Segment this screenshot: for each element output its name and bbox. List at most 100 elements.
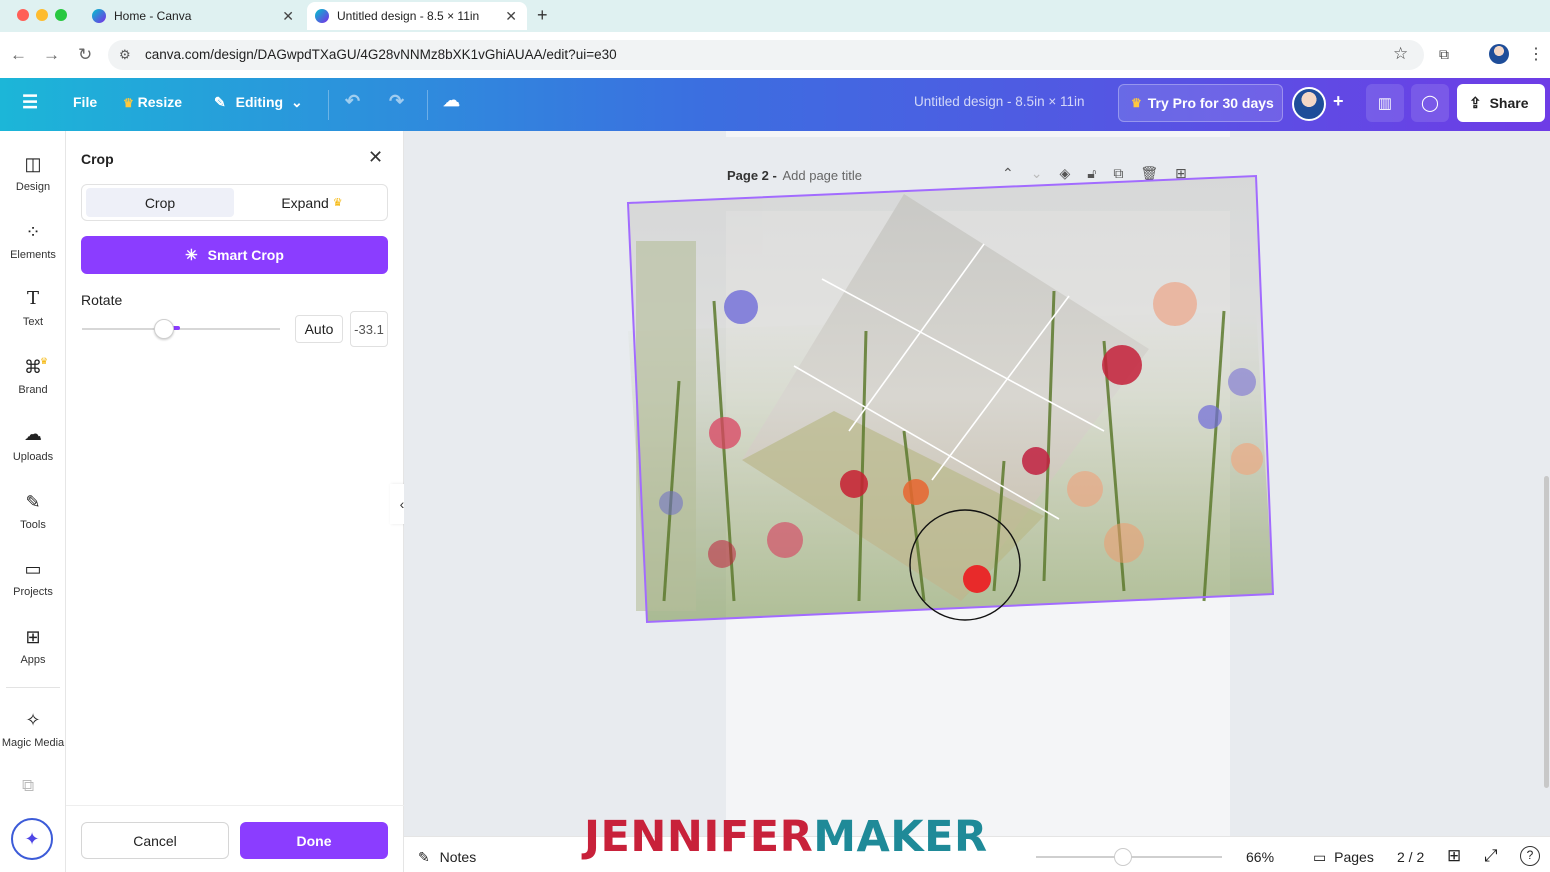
rail-item-projects[interactable]: ▭ Projects: [0, 558, 66, 598]
user-avatar[interactable]: [1292, 87, 1326, 121]
insights-button[interactable]: ▥: [1366, 84, 1404, 122]
profile-avatar[interactable]: [1489, 44, 1509, 64]
chevron-down-icon: ⌄: [290, 94, 303, 110]
expand-label: Expand: [281, 194, 329, 211]
pages-icon: ▭: [1313, 849, 1327, 865]
document-title[interactable]: Untitled design - 8.5in × 11in: [914, 94, 1084, 109]
cancel-button[interactable]: Cancel: [81, 822, 229, 859]
editing-label: Editing: [235, 94, 284, 110]
notes-button[interactable]: ✎ Notes: [418, 849, 476, 866]
search-tabs-icon[interactable]: ⧉: [1439, 46, 1449, 63]
rail-item-text[interactable]: T Text: [0, 288, 66, 328]
rail-item-uploads[interactable]: ☁ Uploads: [0, 423, 66, 463]
comment-icon: ◯: [1421, 95, 1439, 112]
done-button[interactable]: Done: [240, 822, 388, 859]
crown-icon: ♛: [123, 96, 134, 110]
rail-item-label: Magic Media: [1, 737, 65, 749]
tools-icon: ✎: [25, 492, 41, 512]
rail-item-label: Uploads: [12, 451, 54, 463]
magic-media-icon: ✧: [25, 710, 41, 730]
crop-mode-toggle: Crop Expand ♛: [81, 184, 388, 221]
undo-icon[interactable]: ↶: [345, 91, 360, 112]
file-menu-button[interactable]: File: [73, 94, 97, 110]
forward-icon[interactable]: →: [43, 45, 60, 65]
browser-menu-icon[interactable]: ⋮: [1528, 44, 1544, 64]
smart-crop-label: Smart Crop: [207, 247, 284, 263]
crop-image-editor[interactable]: [404, 131, 1550, 836]
resize-button[interactable]: ♛ Resize: [123, 94, 182, 110]
fullscreen-icon[interactable]: ⤢: [1484, 846, 1498, 866]
brand-icon: ⌘ ♛: [22, 356, 48, 378]
side-rail: ◫ Design ⁘ Elements T Text ⌘ ♛ Brand ☁ Up…: [0, 131, 66, 872]
rail-item-label: Elements: [10, 249, 56, 261]
rail-item-label: Tools: [20, 519, 46, 531]
crown-icon: ♛: [1131, 96, 1142, 110]
zoom-percentage[interactable]: 66%: [1246, 849, 1274, 865]
redo-icon[interactable]: ↷: [389, 91, 404, 112]
editing-mode-button[interactable]: ✎ Editing ⌄: [214, 94, 303, 111]
new-tab-icon[interactable]: +: [537, 5, 548, 26]
projects-icon: ▭: [24, 559, 42, 579]
apps-icon: ⊞: [25, 627, 41, 647]
try-pro-label: Try Pro for 30 days: [1147, 95, 1274, 111]
site-settings-icon[interactable]: ⚙: [119, 47, 131, 63]
jennifermaker-logo: JENNIFERMAKER: [584, 812, 988, 862]
window-zoom-button[interactable]: [55, 9, 67, 21]
hamburger-menu-icon[interactable]: ☰: [22, 92, 38, 113]
browser-tab-strip: Home - Canva ✕ Untitled design - 8.5 × 1…: [0, 0, 1550, 32]
rail-item-label: Brand: [18, 384, 48, 396]
help-icon[interactable]: ?: [1520, 846, 1540, 866]
page-counter[interactable]: 2 / 2: [1397, 849, 1424, 865]
try-pro-button[interactable]: ♛ Try Pro for 30 days: [1118, 84, 1283, 122]
pages-label: Pages: [1334, 849, 1374, 865]
tab-crop[interactable]: Crop: [86, 188, 234, 217]
grid-view-icon[interactable]: ⊞: [1447, 846, 1461, 866]
tab-title: Untitled design - 8.5 × 11in: [337, 9, 480, 23]
rail-divider: [6, 687, 60, 688]
panel-footer-divider: [66, 805, 404, 806]
editor-canvas[interactable]: Page 2 - Add page title ⌃ ⌄ ◈ 🔓︎ ⧉ 🗑︎ ⊞: [404, 131, 1550, 836]
comments-button[interactable]: ◯: [1411, 84, 1449, 122]
rail-item-tools[interactable]: ✎ Tools: [0, 491, 66, 531]
tab-expand[interactable]: Expand ♛: [238, 188, 386, 217]
magic-wand-icon: ✳: [185, 247, 198, 264]
rail-item-elements[interactable]: ⁘ Elements: [0, 221, 66, 261]
window-close-button[interactable]: [17, 9, 29, 21]
rail-item-brand[interactable]: ⌘ ♛ Brand: [0, 356, 66, 396]
share-button[interactable]: ⇪ Share: [1457, 84, 1545, 122]
rotate-slider-handle[interactable]: [154, 319, 174, 339]
close-tab-icon[interactable]: ✕: [282, 8, 294, 25]
cloud-save-icon[interactable]: ☁: [443, 91, 460, 111]
browser-tab-home[interactable]: Home - Canva ✕: [84, 2, 304, 30]
share-label: Share: [1489, 95, 1529, 111]
url-text[interactable]: canva.com/design/DAGwpdTXaGU/4G28vNNMz8b…: [145, 47, 617, 62]
zoom-slider-handle[interactable]: [1113, 848, 1132, 866]
rail-item-magic-media[interactable]: ✧ Magic Media: [0, 709, 66, 749]
rotate-value-input[interactable]: -33.1: [350, 311, 388, 347]
rotate-slider-track[interactable]: [82, 328, 280, 330]
add-collaborator-icon[interactable]: +: [1333, 91, 1344, 112]
rail-item-apps[interactable]: ⊞ Apps: [0, 626, 66, 666]
pencil-icon: ✎: [214, 94, 226, 110]
pages-button[interactable]: ▭ Pages: [1313, 849, 1374, 866]
notes-label: Notes: [439, 849, 477, 865]
elements-icon: ⁘: [25, 222, 41, 242]
canvas-scrollbar[interactable]: [1544, 476, 1549, 788]
panel-title: Crop: [81, 151, 114, 167]
close-panel-icon[interactable]: ✕: [368, 147, 383, 168]
window-minimize-button[interactable]: [36, 9, 48, 21]
back-icon[interactable]: ←: [10, 45, 27, 65]
bookmark-star-icon[interactable]: ☆: [1393, 44, 1408, 64]
auto-rotate-button[interactable]: Auto: [295, 315, 343, 343]
rail-item-label: Design: [15, 181, 51, 193]
reload-icon[interactable]: ↻: [78, 45, 92, 65]
sparkle-icon: ✦: [24, 828, 40, 849]
magic-assistant-button[interactable]: ✦: [11, 818, 53, 860]
smart-crop-button[interactable]: ✳ Smart Crop: [81, 236, 388, 274]
more-apps-icon[interactable]: ⧉: [22, 776, 34, 796]
close-tab-icon[interactable]: ✕: [505, 8, 517, 25]
rail-item-design[interactable]: ◫ Design: [0, 153, 66, 193]
rail-item-label: Projects: [13, 586, 53, 598]
browser-tab-design[interactable]: Untitled design - 8.5 × 11in ✕: [307, 2, 527, 30]
canva-favicon-icon: [92, 9, 106, 23]
